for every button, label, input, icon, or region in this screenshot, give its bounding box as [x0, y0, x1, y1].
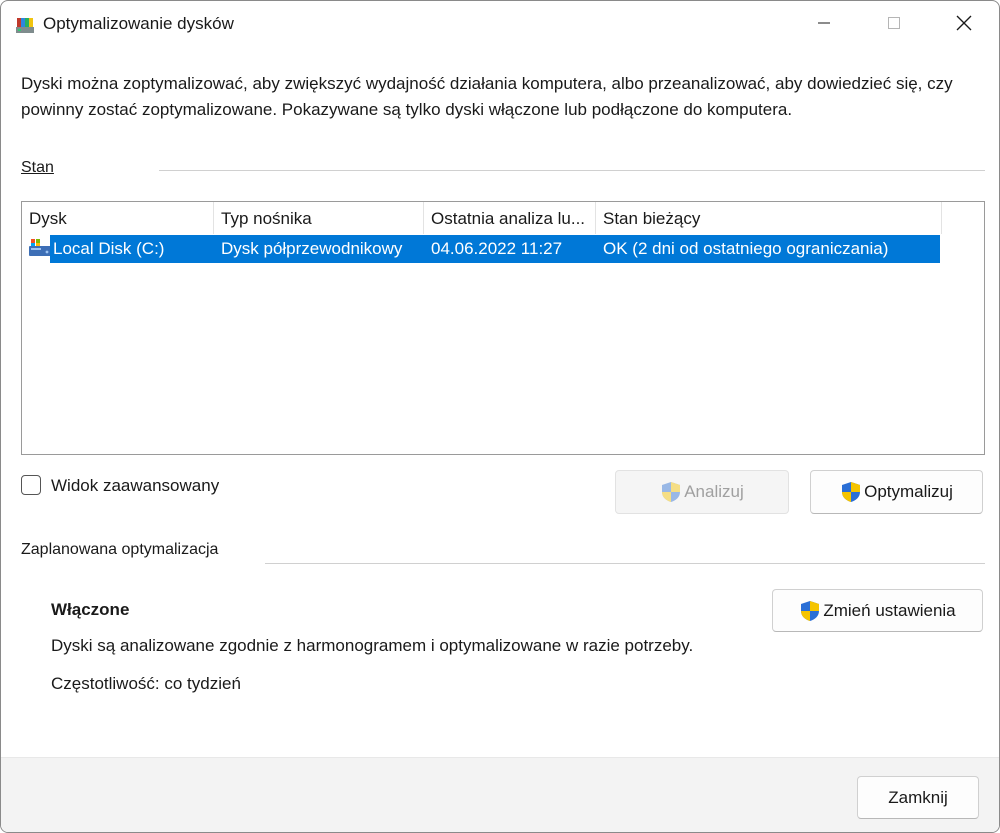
column-header-last-run[interactable]: Ostatnia analiza lu...: [424, 202, 596, 234]
close-window-button[interactable]: [941, 1, 987, 45]
cell-disk: Local Disk (C:): [53, 239, 165, 258]
advanced-view-checkbox[interactable]: [21, 475, 41, 495]
uac-shield-icon: [842, 482, 861, 502]
minimize-icon: [818, 22, 830, 24]
change-settings-button[interactable]: Zmień ustawienia: [772, 589, 983, 632]
close-icon: [956, 15, 972, 31]
app-defrag-icon: [16, 18, 34, 33]
change-settings-button-label: Zmień ustawienia: [823, 600, 956, 620]
maximize-icon: [888, 17, 900, 29]
minimize-button[interactable]: [801, 1, 847, 45]
description-text: Dyski można zoptymalizować, aby zwiększy…: [21, 74, 953, 119]
cell-media-type: Dysk półprzewodnikowy: [221, 239, 403, 258]
close-button[interactable]: Zamknij: [857, 776, 979, 819]
status-group-label: Stan: [21, 159, 54, 176]
uac-shield-icon: [801, 600, 820, 621]
cell-last-run: 04.06.2022 11:27: [431, 239, 563, 258]
schedule-description: Dyski są analizowane zgodnie z harmonogr…: [51, 636, 694, 655]
maximize-button[interactable]: [871, 1, 917, 45]
analyze-button-label: Analizuj: [684, 482, 744, 501]
schedule-frequency: Częstotliwość: co tydzień: [51, 674, 241, 693]
optimize-button-label: Optymalizuj: [864, 482, 953, 501]
column-header-current-status[interactable]: Stan bieżący: [596, 202, 942, 234]
title-bar: Optymalizowanie dysków: [1, 1, 999, 47]
disk-list-header: Dysk Typ nośnika Ostatnia analiza lu... …: [22, 202, 942, 234]
footer-bar: [1, 757, 999, 832]
disk-optimizer-window: Optymalizowanie dysków Dyski można zopty…: [0, 0, 1000, 833]
column-header-media-type[interactable]: Typ nośnika: [214, 202, 424, 234]
schedule-state: Włączone: [51, 600, 130, 619]
column-header-disk[interactable]: Dysk: [22, 202, 214, 234]
window-title: Optymalizowanie dysków: [43, 14, 234, 33]
analyze-button[interactable]: Analizuj: [615, 470, 789, 514]
status-group-divider: [159, 170, 985, 171]
uac-shield-icon: [662, 482, 681, 502]
scheduled-group-label: Zaplanowana optymalizacja: [21, 541, 219, 558]
advanced-view-label[interactable]: Widok zaawansowany: [51, 476, 219, 496]
close-button-label: Zamknij: [888, 787, 948, 807]
disk-list[interactable]: Dysk Typ nośnika Ostatnia analiza lu... …: [21, 201, 985, 455]
table-row[interactable]: Local Disk (C:) Dysk półprzewodnikowy 04…: [50, 235, 940, 263]
drive-icon: [29, 239, 51, 256]
scheduled-group-divider: [265, 563, 985, 564]
optimize-button[interactable]: Optymalizuj: [810, 470, 983, 514]
cell-current-status: OK (2 dni od ostatniego ograniczania): [603, 239, 889, 258]
